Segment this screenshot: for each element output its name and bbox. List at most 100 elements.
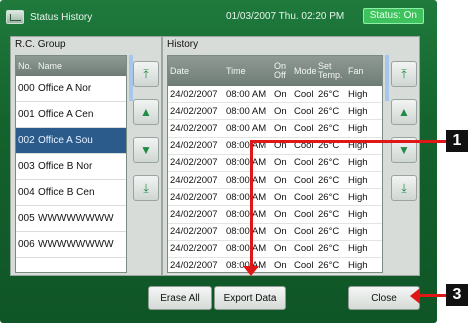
history-cell-date: 24/02/2007 (170, 191, 218, 203)
rc-row[interactable]: 000 Office A Nor (16, 76, 126, 102)
history-cell-date: 24/02/2007 (170, 105, 218, 117)
callout-3-arrowhead (410, 288, 420, 304)
scroll-down-button[interactable]: ▼ (133, 137, 159, 163)
rc-header-no: No. (18, 61, 33, 71)
history-cell-fan: High (348, 122, 368, 134)
scroll-bottom-icon: ⤓ (401, 180, 407, 195)
history-cell-time: 08:00 AM (226, 88, 267, 100)
rc-row[interactable]: 006 WWWWWWWW (16, 232, 126, 258)
history-cell-mode: Cool (294, 174, 314, 186)
history-cell-time: 08:00 AM (226, 105, 267, 117)
history-row: 24/02/2007 08:00 AM On Cool 26°C High (168, 206, 382, 224)
history-cell-onoff: On (274, 122, 287, 134)
main-window: Status History 01/03/2007 Thu. 02:20 PM … (0, 0, 437, 323)
scroll-top-icon: ⤒ (143, 66, 149, 81)
scroll-down-icon: ▼ (140, 143, 152, 157)
history-nav: ⤒ ▲ ▼ ⤓ (391, 61, 417, 201)
scroll-up-button[interactable]: ▲ (133, 99, 159, 125)
history-cell-settemp: 26°C (318, 260, 340, 272)
history-cell-fan: High (348, 208, 368, 220)
history-row: 24/02/2007 08:00 AM On Cool 26°C High (168, 258, 382, 276)
rc-group-table: No. Name 000 Office A Nor 001 Office A C… (15, 55, 127, 273)
history-cell-time: 08:00 AM (226, 226, 267, 238)
history-cell-onoff: On (274, 105, 287, 117)
history-cell-time: 08:00 AM (226, 191, 267, 203)
history-cell-settemp: 26°C (318, 226, 340, 238)
history-cell-fan: High (348, 226, 368, 238)
history-row: 24/02/2007 08:00 AM On Cool 26°C High (168, 120, 382, 138)
history-header-settemp: Set Temp. (318, 61, 343, 80)
history-cell-fan: High (348, 243, 368, 255)
history-table: Date Time On Off Mode Set Temp. Fan 24/0… (167, 55, 383, 276)
history-icon (6, 10, 24, 24)
date-time: 01/03/2007 Thu. 02:20 PM (226, 11, 345, 22)
history-cell-fan: High (348, 174, 368, 186)
history-cell-settemp: 26°C (318, 105, 340, 117)
rc-row[interactable]: 001 Office A Cen (16, 102, 126, 128)
history-panel: History Date Time On Off Mode Set Temp. … (162, 36, 420, 276)
rc-row-name: Office A Nor (38, 83, 92, 94)
history-cell-mode: Cool (294, 243, 314, 255)
history-cell-mode: Cool (294, 157, 314, 169)
scroll-top-button[interactable]: ⤒ (133, 61, 159, 87)
rc-row-name: WWWWWWWW (38, 213, 114, 224)
rc-row-name: Office B Cen (38, 187, 95, 198)
history-cell-date: 24/02/2007 (170, 174, 218, 186)
history-cell-fan: High (348, 260, 368, 272)
rc-row-name: Office A Cen (38, 109, 94, 120)
scroll-top-icon: ⤒ (401, 66, 407, 81)
history-cell-mode: Cool (294, 105, 314, 117)
history-row: 24/02/2007 08:00 AM On Cool 26°C High (168, 224, 382, 241)
history-cell-onoff: On (274, 208, 287, 220)
history-cell-time: 08:00 AM (226, 208, 267, 220)
history-scroll-up-button[interactable]: ▲ (391, 99, 417, 125)
rc-row[interactable]: 003 Office B Nor (16, 154, 126, 180)
history-cell-date: 24/02/2007 (170, 243, 218, 255)
rc-row-no: 002 (18, 135, 35, 146)
history-cell-settemp: 26°C (318, 157, 340, 169)
scroll-down-icon: ▼ (398, 143, 410, 157)
history-cell-settemp: 26°C (318, 174, 340, 186)
history-row: 24/02/2007 08:00 AM On Cool 26°C High (168, 155, 382, 172)
scroll-bottom-icon: ⤓ (143, 180, 149, 195)
rc-row[interactable]: 004 Office B Cen (16, 180, 126, 206)
callout-1-badge: 1 (446, 130, 468, 152)
history-scroll-bottom-button[interactable]: ⤓ (391, 175, 417, 201)
export-data-button[interactable]: Export Data (214, 286, 286, 310)
history-cell-settemp: 26°C (318, 208, 340, 220)
history-cell-mode: Cool (294, 88, 314, 100)
history-cell-time: 08:00 AM (226, 174, 267, 186)
history-cell-date: 24/02/2007 (170, 88, 218, 100)
history-header-fan: Fan (348, 65, 364, 76)
history-cell-settemp: 26°C (318, 88, 340, 100)
history-row: 24/02/2007 08:00 AM On Cool 26°C High (168, 241, 382, 258)
callout-1-line-horizontal (250, 140, 446, 143)
history-cell-onoff: On (274, 226, 287, 238)
rc-group-title: R.C. Group (15, 39, 66, 50)
history-scrollbar[interactable] (385, 55, 389, 101)
history-header: Date Time On Off Mode Set Temp. Fan (168, 56, 382, 86)
rc-row-name: Office A Sou (38, 135, 93, 146)
history-cell-fan: High (348, 105, 368, 117)
rc-row[interactable]: 005 WWWWWWWW (16, 206, 126, 232)
rc-row-no: 000 (18, 83, 35, 94)
rc-row-no: 004 (18, 187, 35, 198)
history-cell-fan: High (348, 191, 368, 203)
history-cell-settemp: 26°C (318, 122, 340, 134)
history-cell-mode: Cool (294, 226, 314, 238)
history-cell-onoff: On (274, 191, 287, 203)
rc-header-name: Name (38, 61, 63, 71)
rc-row-selected[interactable]: 002 Office A Sou (16, 128, 126, 154)
history-cell-date: 24/02/2007 (170, 208, 218, 220)
history-row: 24/02/2007 08:00 AM On Cool 26°C High (168, 103, 382, 121)
history-cell-date: 24/02/2007 (170, 157, 218, 169)
rc-group-nav: ⤒ ▲ ▼ ⤓ (133, 61, 159, 201)
erase-all-button[interactable]: Erase All (148, 286, 212, 310)
history-cell-onoff: On (274, 260, 287, 272)
history-cell-onoff: On (274, 243, 287, 255)
scroll-up-icon: ▲ (140, 105, 152, 119)
history-cell-onoff: On (274, 88, 287, 100)
history-row: 24/02/2007 08:00 AM On Cool 26°C High (168, 86, 382, 104)
history-scroll-top-button[interactable]: ⤒ (391, 61, 417, 87)
scroll-bottom-button[interactable]: ⤓ (133, 175, 159, 201)
